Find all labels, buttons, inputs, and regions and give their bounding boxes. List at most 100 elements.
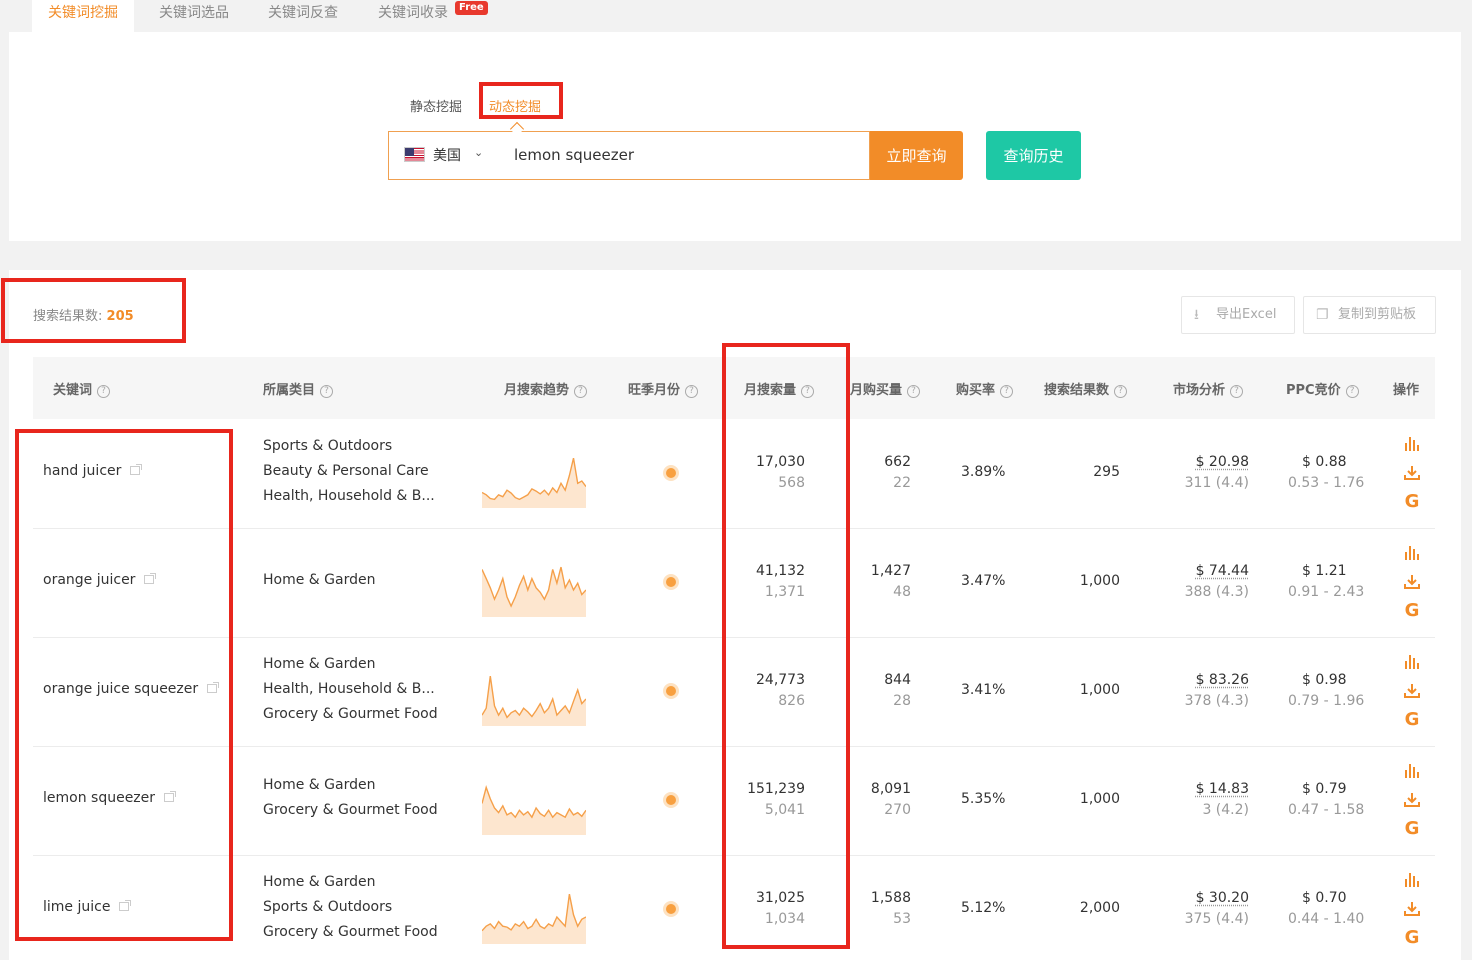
google-search-icon[interactable]: G bbox=[1402, 602, 1422, 620]
chart-bars-icon[interactable] bbox=[1402, 655, 1422, 669]
table-row[interactable]: hand juicer bbox=[43, 463, 143, 479]
trend-area bbox=[482, 458, 586, 508]
help-icon[interactable]: ? bbox=[907, 385, 921, 398]
col-search-results[interactable]: 搜索结果数? bbox=[1044, 379, 1128, 398]
search-results-value: 1,000 bbox=[1079, 573, 1120, 589]
download-icon[interactable] bbox=[1402, 683, 1422, 699]
google-search-icon[interactable]: G bbox=[1402, 820, 1422, 838]
market-price-link[interactable]: $ 74.44 bbox=[1196, 563, 1249, 579]
download-icon[interactable] bbox=[1402, 901, 1422, 917]
search-input[interactable] bbox=[506, 140, 864, 170]
google-search-icon[interactable]: G bbox=[1402, 711, 1422, 729]
row-actions: G bbox=[1402, 764, 1422, 838]
us-flag-icon bbox=[404, 147, 425, 162]
query-button[interactable]: 立即查询 bbox=[870, 131, 963, 180]
tab-keyword-reverse[interactable]: 关键词反查 bbox=[268, 0, 338, 32]
buy-rate-value: 5.12% bbox=[961, 900, 1006, 916]
external-link-icon[interactable] bbox=[164, 791, 177, 802]
chevron-down-icon[interactable]: ⌄ bbox=[474, 146, 483, 159]
col-monthly-buy[interactable]: 月购买量? bbox=[850, 379, 921, 398]
col-market[interactable]: 市场分析? bbox=[1173, 379, 1244, 398]
trend-sparkline[interactable] bbox=[482, 773, 586, 835]
table-row[interactable]: lime juice bbox=[43, 899, 132, 915]
ppc-range: 0.91 - 2.43 bbox=[1288, 584, 1365, 600]
help-icon[interactable]: ? bbox=[685, 385, 699, 398]
category-text: Grocery & Gourmet Food bbox=[263, 705, 438, 722]
external-link-icon[interactable] bbox=[130, 464, 143, 475]
google-search-icon[interactable]: G bbox=[1402, 929, 1422, 947]
mode-dynamic[interactable]: 动态挖掘 bbox=[489, 96, 541, 115]
chart-bars-icon[interactable] bbox=[1402, 546, 1422, 560]
table-row[interactable]: orange juice squeezer bbox=[43, 681, 220, 697]
trend-sparkline[interactable] bbox=[482, 882, 586, 944]
external-link-icon[interactable] bbox=[119, 900, 132, 911]
market-price-link[interactable]: $ 20.98 bbox=[1196, 454, 1249, 470]
help-icon[interactable]: ? bbox=[320, 385, 334, 398]
market-price-link[interactable]: $ 14.83 bbox=[1196, 781, 1249, 797]
google-search-icon[interactable]: G bbox=[1402, 493, 1422, 511]
tab-keyword-index[interactable]: 关键词收录 bbox=[378, 0, 448, 32]
copy-clipboard-button[interactable]: ❐ 复制到剪贴板 bbox=[1303, 296, 1436, 334]
keyword-text[interactable]: lemon squeezer bbox=[43, 790, 155, 806]
monthly-search-daily: 1,034 bbox=[764, 911, 805, 927]
external-link-icon[interactable] bbox=[144, 573, 157, 584]
help-icon[interactable]: ? bbox=[1230, 385, 1244, 398]
keyword-text[interactable]: hand juicer bbox=[43, 463, 121, 479]
col-trend[interactable]: 月搜索趋势? bbox=[504, 379, 588, 398]
monthly-buy-value: 662 bbox=[884, 454, 911, 470]
keyword-text[interactable]: orange juicer bbox=[43, 572, 135, 588]
history-button[interactable]: 查询历史 bbox=[986, 131, 1081, 180]
country-select[interactable]: 美国 bbox=[433, 145, 461, 165]
chart-bars-icon[interactable] bbox=[1402, 873, 1422, 887]
row-divider bbox=[33, 637, 1435, 638]
col-buy-rate[interactable]: 购买率? bbox=[956, 379, 1014, 398]
download-icon[interactable] bbox=[1402, 574, 1422, 590]
ppc-bid: $ 0.88 bbox=[1302, 454, 1347, 470]
table-row[interactable]: lemon squeezer bbox=[43, 790, 177, 806]
row-actions: G bbox=[1402, 655, 1422, 729]
search-results-value: 1,000 bbox=[1079, 682, 1120, 698]
col-ppc[interactable]: PPC竞价? bbox=[1286, 379, 1359, 398]
external-link-icon[interactable] bbox=[207, 682, 220, 693]
result-count: 搜索结果数: 205 bbox=[33, 305, 134, 324]
ppc-range: 0.44 - 1.40 bbox=[1288, 911, 1365, 927]
col-category[interactable]: 所属类目? bbox=[263, 379, 334, 398]
keyword-text[interactable]: orange juice squeezer bbox=[43, 681, 198, 697]
search-results-value: 1,000 bbox=[1079, 791, 1120, 807]
ppc-bid: $ 0.79 bbox=[1302, 781, 1347, 797]
help-icon[interactable]: ? bbox=[1345, 385, 1359, 398]
col-peak-month[interactable]: 旺季月份? bbox=[628, 379, 699, 398]
monthly-buy-value: 8,091 bbox=[870, 781, 911, 797]
market-price-link[interactable]: $ 83.26 bbox=[1196, 672, 1249, 688]
market-price-link[interactable]: $ 30.20 bbox=[1196, 890, 1249, 906]
help-icon[interactable]: ? bbox=[1000, 385, 1014, 398]
chart-bars-icon[interactable] bbox=[1402, 437, 1422, 451]
help-icon[interactable]: ? bbox=[801, 385, 815, 398]
buy-rate-value: 3.47% bbox=[961, 573, 1006, 589]
mode-static[interactable]: 静态挖掘 bbox=[410, 96, 462, 115]
category-text: Home & Garden bbox=[263, 777, 376, 793]
trend-sparkline[interactable] bbox=[482, 446, 586, 508]
copy-clipboard-label: 复制到剪贴板 bbox=[1338, 307, 1417, 322]
tab-keyword-selection[interactable]: 关键词选品 bbox=[159, 0, 229, 32]
help-icon[interactable]: ? bbox=[574, 385, 588, 398]
download-icon[interactable] bbox=[1402, 792, 1422, 808]
trend-sparkline[interactable] bbox=[482, 555, 586, 617]
table-row[interactable]: orange juicer bbox=[43, 572, 157, 588]
help-icon[interactable]: ? bbox=[97, 385, 111, 398]
col-keyword[interactable]: 关键词? bbox=[53, 379, 111, 398]
search-results-value: 295 bbox=[1093, 464, 1120, 480]
tab-keyword-mining[interactable]: 关键词挖掘 bbox=[32, 0, 134, 32]
export-excel-button[interactable]: ⭳ 导出Excel bbox=[1181, 296, 1295, 334]
col-monthly-search[interactable]: 月搜索量? bbox=[744, 379, 815, 398]
top-tabs: 关键词挖掘 关键词选品 关键词反查 关键词收录 Free bbox=[0, 0, 1472, 32]
keyword-text[interactable]: lime juice bbox=[43, 899, 110, 915]
market-rating: 388 (4.3) bbox=[1184, 584, 1249, 600]
download-icon[interactable] bbox=[1402, 465, 1422, 481]
monthly-search-value: 31,025 bbox=[756, 890, 805, 906]
copy-icon: ❐ bbox=[1316, 307, 1329, 323]
trend-sparkline[interactable] bbox=[482, 664, 586, 726]
help-icon[interactable]: ? bbox=[1114, 385, 1128, 398]
buy-rate-value: 3.41% bbox=[961, 682, 1006, 698]
chart-bars-icon[interactable] bbox=[1402, 764, 1422, 778]
